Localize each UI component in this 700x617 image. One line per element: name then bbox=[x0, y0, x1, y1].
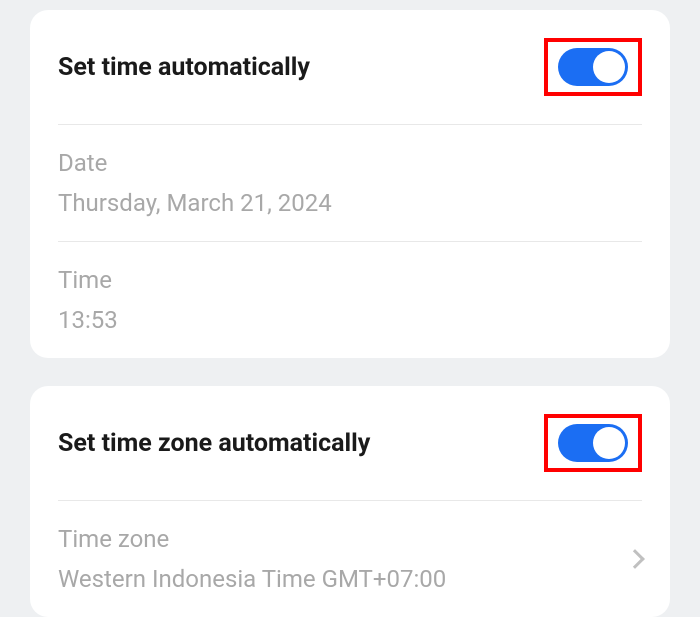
date-label: Date bbox=[58, 149, 642, 177]
time-zone-card: Set time zone automatically Time zone We… bbox=[30, 386, 670, 617]
date-row: Date Thursday, March 21, 2024 bbox=[58, 125, 642, 242]
timezone-value: Western Indonesia Time GMT+07:00 bbox=[58, 565, 446, 593]
time-row: Time 13:53 bbox=[58, 242, 642, 358]
toggle-knob bbox=[593, 427, 625, 459]
toggle-knob bbox=[593, 51, 625, 83]
set-time-automatically-label: Set time automatically bbox=[58, 53, 310, 82]
highlight-box bbox=[544, 38, 642, 96]
time-value: 13:53 bbox=[58, 306, 642, 334]
set-timezone-automatically-row[interactable]: Set time zone automatically bbox=[58, 386, 642, 501]
set-time-automatically-row[interactable]: Set time automatically bbox=[58, 10, 642, 125]
set-timezone-automatically-toggle[interactable] bbox=[558, 424, 628, 462]
set-time-automatically-toggle[interactable] bbox=[558, 48, 628, 86]
date-value: Thursday, March 21, 2024 bbox=[58, 189, 642, 217]
highlight-box bbox=[544, 414, 642, 472]
timezone-label: Time zone bbox=[58, 525, 446, 553]
time-label: Time bbox=[58, 266, 642, 294]
chevron-right-icon bbox=[625, 549, 645, 569]
set-timezone-automatically-label: Set time zone automatically bbox=[58, 429, 370, 458]
date-time-card: Set time automatically Date Thursday, Ma… bbox=[30, 10, 670, 358]
timezone-row[interactable]: Time zone Western Indonesia Time GMT+07:… bbox=[58, 501, 642, 617]
